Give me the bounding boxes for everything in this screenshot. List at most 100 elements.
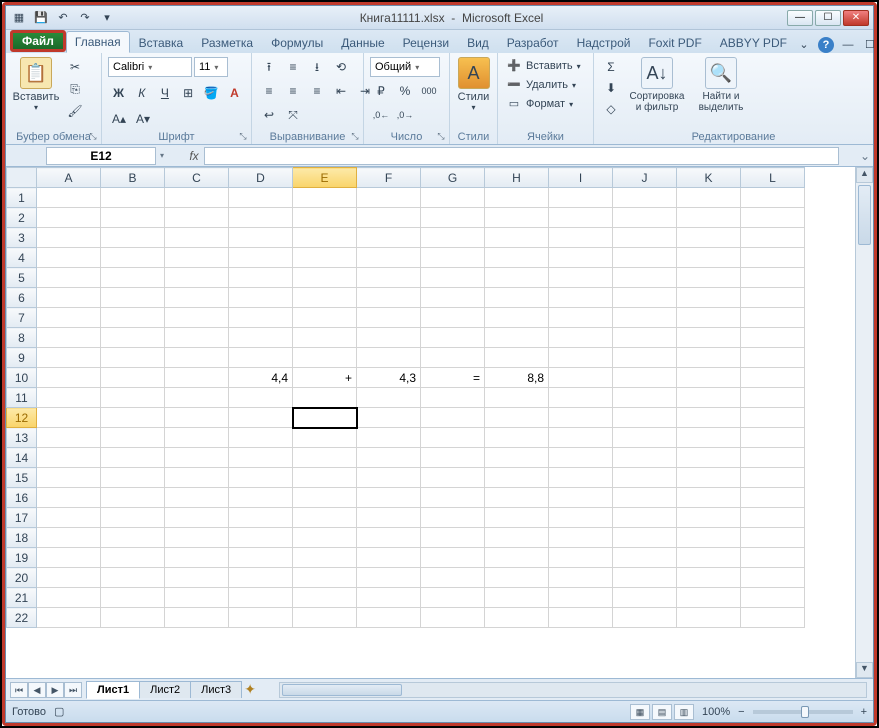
cell-B20[interactable] <box>101 568 165 588</box>
cell-H9[interactable] <box>485 348 549 368</box>
cell-F6[interactable] <box>357 288 421 308</box>
row-header-10[interactable]: 10 <box>7 368 37 388</box>
tab-foxit[interactable]: Foxit PDF <box>639 32 710 53</box>
cell-B17[interactable] <box>101 508 165 528</box>
cell-A10[interactable] <box>37 368 101 388</box>
cell-J15[interactable] <box>613 468 677 488</box>
cell-C18[interactable] <box>165 528 229 548</box>
find-select-button[interactable]: 🔍 Найти и выделить <box>692 57 750 113</box>
col-header-E[interactable]: E <box>293 168 357 188</box>
cell-H15[interactable] <box>485 468 549 488</box>
cell-B11[interactable] <box>101 388 165 408</box>
maximize-button[interactable]: ☐ <box>815 10 841 26</box>
cell-G15[interactable] <box>421 468 485 488</box>
cell-C8[interactable] <box>165 328 229 348</box>
cell-G3[interactable] <box>421 228 485 248</box>
cell-A9[interactable] <box>37 348 101 368</box>
orientation-icon[interactable]: ⟲ <box>330 57 352 77</box>
cell-K15[interactable] <box>677 468 741 488</box>
cell-E12[interactable] <box>293 408 357 428</box>
paste-button[interactable]: 📋 Вставить ▾ <box>12 57 60 112</box>
cell-E15[interactable] <box>293 468 357 488</box>
cell-B8[interactable] <box>101 328 165 348</box>
col-header-L[interactable]: L <box>741 168 805 188</box>
cell-H19[interactable] <box>485 548 549 568</box>
row-header-6[interactable]: 6 <box>7 288 37 308</box>
zoom-slider[interactable] <box>753 710 853 714</box>
cell-G14[interactable] <box>421 448 485 468</box>
col-header-I[interactable]: I <box>549 168 613 188</box>
cell-J18[interactable] <box>613 528 677 548</box>
tab-insert[interactable]: Вставка <box>130 32 193 53</box>
cell-I22[interactable] <box>549 608 613 628</box>
cell-A22[interactable] <box>37 608 101 628</box>
row-header-4[interactable]: 4 <box>7 248 37 268</box>
cell-C14[interactable] <box>165 448 229 468</box>
cell-H1[interactable] <box>485 188 549 208</box>
grow-font-icon[interactable]: A▴ <box>108 109 130 129</box>
cell-J13[interactable] <box>613 428 677 448</box>
cell-A20[interactable] <box>37 568 101 588</box>
view-layout-icon[interactable]: ▤ <box>652 704 672 720</box>
cell-H3[interactable] <box>485 228 549 248</box>
cell-D21[interactable] <box>229 588 293 608</box>
cell-K14[interactable] <box>677 448 741 468</box>
namebox-arrow-icon[interactable]: ▾ <box>160 151 164 160</box>
number-launcher-icon[interactable]: ⤡ <box>435 130 447 142</box>
cell-E3[interactable] <box>293 228 357 248</box>
cell-H2[interactable] <box>485 208 549 228</box>
cell-L22[interactable] <box>741 608 805 628</box>
cell-E10[interactable]: + <box>293 368 357 388</box>
cell-J14[interactable] <box>613 448 677 468</box>
cell-B7[interactable] <box>101 308 165 328</box>
row-header-17[interactable]: 17 <box>7 508 37 528</box>
cell-I15[interactable] <box>549 468 613 488</box>
col-header-B[interactable]: B <box>101 168 165 188</box>
cell-E21[interactable] <box>293 588 357 608</box>
cell-J17[interactable] <box>613 508 677 528</box>
row-header-13[interactable]: 13 <box>7 428 37 448</box>
cell-G19[interactable] <box>421 548 485 568</box>
row-header-18[interactable]: 18 <box>7 528 37 548</box>
cell-H12[interactable] <box>485 408 549 428</box>
cell-L6[interactable] <box>741 288 805 308</box>
row-header-19[interactable]: 19 <box>7 548 37 568</box>
cell-D5[interactable] <box>229 268 293 288</box>
cell-F18[interactable] <box>357 528 421 548</box>
vscroll-thumb[interactable] <box>858 185 871 245</box>
cell-I8[interactable] <box>549 328 613 348</box>
row-header-1[interactable]: 1 <box>7 188 37 208</box>
cell-C12[interactable] <box>165 408 229 428</box>
cell-L17[interactable] <box>741 508 805 528</box>
cell-K20[interactable] <box>677 568 741 588</box>
styles-button[interactable]: A Стили ▾ <box>456 57 491 112</box>
currency-icon[interactable]: ₽ <box>370 81 392 101</box>
tab-file[interactable]: Файл <box>10 30 66 52</box>
cell-K9[interactable] <box>677 348 741 368</box>
cell-C5[interactable] <box>165 268 229 288</box>
cell-F20[interactable] <box>357 568 421 588</box>
cell-D22[interactable] <box>229 608 293 628</box>
cell-D20[interactable] <box>229 568 293 588</box>
cell-G18[interactable] <box>421 528 485 548</box>
cell-F16[interactable] <box>357 488 421 508</box>
autosum-icon[interactable]: Σ <box>600 57 622 77</box>
clipboard-launcher-icon[interactable]: ⤡ <box>87 130 99 142</box>
cell-A19[interactable] <box>37 548 101 568</box>
cell-G17[interactable] <box>421 508 485 528</box>
cell-H13[interactable] <box>485 428 549 448</box>
sheet-tab-2[interactable]: Лист2 <box>139 681 191 698</box>
bold-button[interactable]: Ж <box>108 83 129 103</box>
align-bottom-icon[interactable]: ⭳ <box>306 57 328 77</box>
sheet-nav-first-icon[interactable]: ⏮ <box>10 682 28 698</box>
cell-L1[interactable] <box>741 188 805 208</box>
cell-L11[interactable] <box>741 388 805 408</box>
cell-E22[interactable] <box>293 608 357 628</box>
cell-B19[interactable] <box>101 548 165 568</box>
cell-C17[interactable] <box>165 508 229 528</box>
cell-B14[interactable] <box>101 448 165 468</box>
row-header-7[interactable]: 7 <box>7 308 37 328</box>
font-color-icon[interactable]: A <box>224 83 245 103</box>
cell-H4[interactable] <box>485 248 549 268</box>
cell-C15[interactable] <box>165 468 229 488</box>
